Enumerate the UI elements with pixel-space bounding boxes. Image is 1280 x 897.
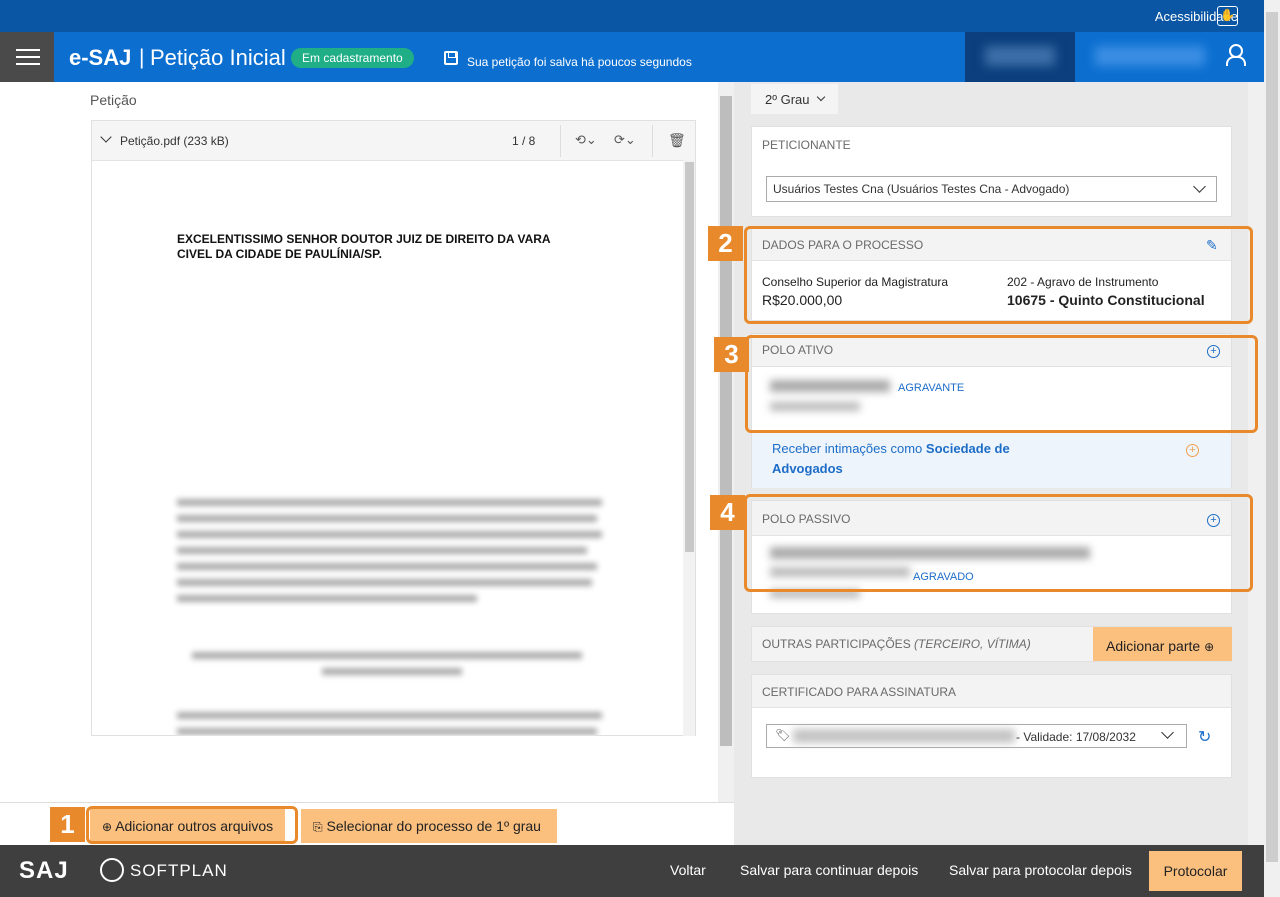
peticionante-select[interactable]: Usuários Testes Cna (Usuários Testes Cna… <box>766 176 1217 202</box>
page-title: Petição Inicial <box>150 45 286 70</box>
add-circle-icon[interactable]: + <box>1186 444 1199 457</box>
protocolar-button[interactable]: Protocolar <box>1149 851 1242 891</box>
hamburger-icon <box>16 49 40 51</box>
trash-icon[interactable]: 🗑 <box>668 132 686 150</box>
viewer-scroll-thumb[interactable] <box>685 162 694 552</box>
certificado-title: CERTIFICADO PARA ASSINATURA <box>762 685 957 699</box>
chevron-down-icon[interactable] <box>100 131 112 143</box>
left-pane-scroll-thumb[interactable] <box>720 96 732 746</box>
hand-icon[interactable]: ✋ <box>1217 6 1238 26</box>
file-name: Petição.pdf (233 kB) <box>120 134 229 148</box>
document-heading-line-1: EXCELENTISSIMO SENHOR DOUTOR JUIZ DE DIR… <box>177 232 551 246</box>
top-bar <box>0 0 1264 32</box>
softplan-logo-icon <box>100 858 124 882</box>
select-process-button[interactable]: ⎘ Selecionar do processo de 1º grau <box>301 809 557 843</box>
right-pane-scrollbar[interactable] <box>1248 82 1264 845</box>
voltar-button[interactable]: Voltar <box>670 862 706 878</box>
brand-logo: e-SAJ <box>69 45 132 70</box>
highlight-1 <box>86 806 298 844</box>
user-icon[interactable] <box>1226 44 1246 66</box>
highlight-2 <box>744 226 1253 324</box>
refresh-icon[interactable]: ↻ <box>1198 727 1211 747</box>
section-label: Petição <box>90 92 137 108</box>
save-icon <box>444 51 458 65</box>
menu-button[interactable] <box>0 32 54 82</box>
save-status: Sua petição foi salva há poucos segundos <box>467 55 692 69</box>
pdf-viewer: Petição.pdf (233 kB) 1 / 8 ⟲⌄ ⟳⌄ 🗑 EXCEL… <box>91 120 696 736</box>
annotation-3: 3 <box>714 337 749 372</box>
page-counter: 1 / 8 <box>512 134 536 148</box>
annotation-4: 4 <box>710 495 745 530</box>
tag-icon: 🏷 <box>775 728 791 742</box>
chevron-down-icon <box>1193 180 1206 193</box>
intimacoes-link[interactable]: Receber intimações como Sociedade de Adv… <box>772 439 1042 479</box>
rotate-right-icon[interactable]: ⟳⌄ <box>614 132 636 150</box>
add-circle-icon: ⊕ <box>1204 640 1215 654</box>
viewer-toolbar: Petição.pdf (233 kB) 1 / 8 ⟲⌄ ⟳⌄ 🗑 <box>92 121 695 161</box>
brand-separator: | <box>139 46 145 69</box>
peticionante-card: PETICIONANTE <box>751 126 1232 217</box>
status-badge: Em cadastramento <box>291 48 414 68</box>
highlight-3 <box>745 335 1258 433</box>
grau-dropdown[interactable]: 2º Grau <box>751 84 838 114</box>
certificado-validade: - Validade: 17/08/2032 <box>1016 730 1136 744</box>
chevron-down-icon <box>816 92 826 102</box>
redacted-user-name <box>1095 46 1205 66</box>
saj-logo: SAJ <box>19 857 69 884</box>
folder-icon: ⎘ <box>313 820 323 834</box>
document-page: EXCELENTISSIMO SENHOR DOUTOR JUIZ DE DIR… <box>92 162 682 735</box>
outras-subtitle: (TERCEIRO, VÍTIMA) <box>914 637 1031 651</box>
rotate-left-icon[interactable]: ⟲⌄ <box>575 132 597 150</box>
certificado-select[interactable]: 🏷 - Validade: 17/08/2032 <box>766 724 1187 748</box>
peticionante-title: PETICIONANTE <box>762 138 851 152</box>
highlight-4 <box>744 494 1253 592</box>
window-scroll-thumb[interactable] <box>1266 12 1278 862</box>
document-heading-line-2: CIVEL DA CIDADE DE PAULÍNIA/SP. <box>177 247 382 261</box>
annotation-2: 2 <box>708 226 743 261</box>
outras-title: OUTRAS PARTICIPAÇÕES <box>762 637 911 651</box>
save-protocol-later-button[interactable]: Salvar para protocolar depois <box>949 862 1132 878</box>
save-continue-button[interactable]: Salvar para continuar depois <box>740 862 918 878</box>
annotation-1: 1 <box>50 807 85 842</box>
softplan-logo: SOFTPLAN <box>130 861 228 880</box>
chevron-down-icon <box>1161 726 1174 739</box>
redacted-certificate-name <box>793 729 1015 743</box>
redacted-user <box>985 46 1055 66</box>
add-party-button[interactable]: Adicionar parte ⊕ <box>1093 627 1232 661</box>
